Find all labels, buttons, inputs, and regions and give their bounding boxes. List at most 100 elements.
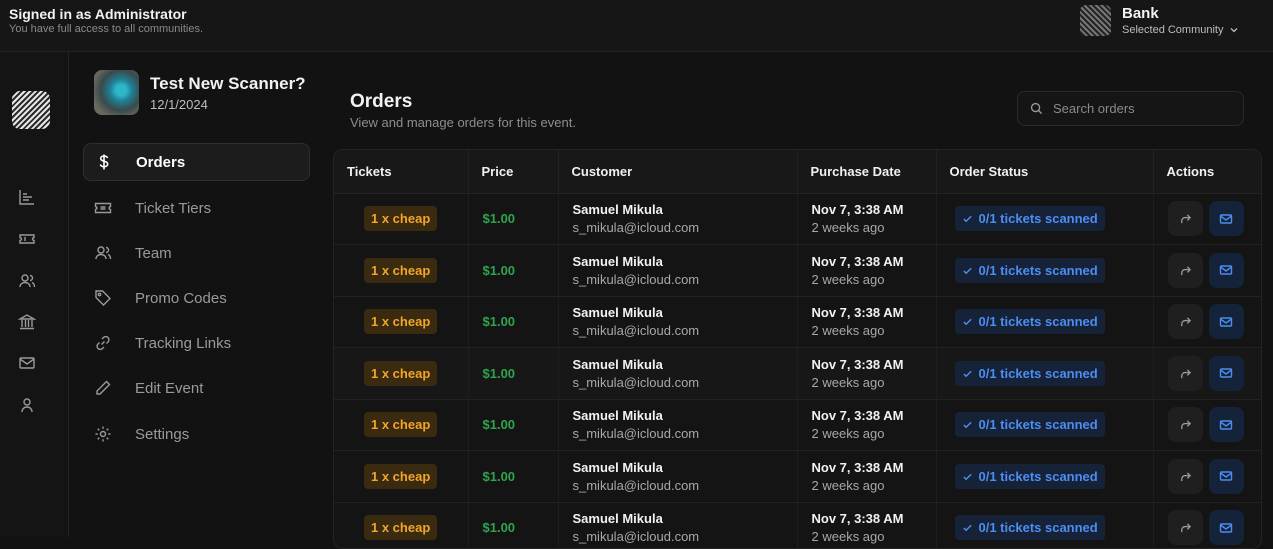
email-order-button[interactable] [1208, 201, 1244, 237]
customer-email: s_mikula@icloud.com [572, 374, 700, 390]
purchase-date: Nov 7, 3:38 AM [811, 202, 904, 218]
nav-item-ticket-tiers[interactable]: Ticket Tiers [83, 189, 310, 227]
ticket-tier-badge: 1 x cheap [364, 412, 438, 438]
email-order-button[interactable] [1208, 407, 1244, 443]
check-icon [962, 318, 972, 326]
mail-icon[interactable] [16, 352, 38, 374]
forward-order-button[interactable] [1167, 407, 1203, 443]
customer-name: Samuel Mikula [572, 459, 663, 475]
nav-label: Edit Event [135, 379, 204, 397]
forward-order-button[interactable] [1167, 510, 1203, 546]
order-price: $1.00 [482, 468, 516, 484]
email-order-button[interactable] [1208, 252, 1244, 288]
column-header-order-status[interactable]: Order Status [935, 150, 1153, 194]
mail-icon [1219, 265, 1233, 275]
gear-icon [93, 424, 113, 444]
top-bar: Signed in as Administrator You have full… [0, 0, 1273, 52]
forward-icon [1180, 472, 1191, 481]
forward-order-button[interactable] [1167, 458, 1203, 494]
customer-email: s_mikula@icloud.com [572, 323, 700, 339]
user-icon[interactable] [16, 394, 38, 416]
nav-label: Promo Codes [135, 289, 227, 307]
nav-item-edit-event[interactable]: Edit Event [83, 369, 310, 407]
order-price: $1.00 [482, 417, 516, 433]
ticket-icon [93, 198, 113, 218]
order-status-badge: 0/1 tickets scanned [954, 309, 1105, 335]
pencil-icon [93, 378, 113, 398]
community-label: Selected Community [1122, 24, 1224, 36]
nav-label: Tracking Links [135, 334, 232, 352]
nav-item-promo-codes[interactable]: Promo Codes [83, 279, 310, 317]
forward-order-button[interactable] [1167, 355, 1203, 391]
order-price: $1.00 [482, 365, 516, 381]
order-price: $1.00 [482, 211, 516, 227]
order-price: $1.00 [482, 314, 516, 330]
mail-icon [1219, 471, 1233, 481]
column-header-customer[interactable]: Customer [557, 150, 797, 194]
access-note: You have full access to all communities. [9, 23, 204, 35]
page-title: Orders [350, 91, 413, 112]
ticket-tier-badge: 1 x cheap [364, 309, 438, 335]
nav-item-team[interactable]: Team [83, 234, 310, 272]
ticket-tier-badge: 1 x cheap [364, 257, 438, 283]
table-row[interactable]: 1 x cheap $1.00 Samuel Mikula s_mikula@i… [334, 450, 1261, 503]
mail-icon [1219, 368, 1233, 378]
users-icon[interactable] [16, 270, 38, 292]
customer-name: Samuel Mikula [572, 253, 663, 269]
nav-label: Team [135, 244, 172, 262]
email-order-button[interactable] [1208, 510, 1244, 546]
search-box[interactable] [1017, 91, 1244, 126]
customer-name: Samuel Mikula [572, 356, 663, 372]
purchase-date: Nov 7, 3:38 AM [811, 356, 904, 372]
nav-item-orders[interactable]: Orders [83, 143, 310, 181]
check-icon [962, 473, 972, 481]
purchase-relative: 2 weeks ago [811, 477, 885, 493]
purchase-date: Nov 7, 3:38 AM [811, 511, 904, 527]
table-row[interactable]: 1 x cheap $1.00 Samuel Mikula s_mikula@i… [334, 399, 1261, 451]
nav-label: Ticket Tiers [135, 199, 212, 217]
table-header-row: Tickets Price Customer Purchase Date Ord… [334, 150, 1261, 194]
forward-order-button[interactable] [1167, 304, 1203, 340]
orders-table: Tickets Price Customer Purchase Date Ord… [333, 149, 1262, 549]
event-thumbnail [94, 70, 139, 115]
email-order-button[interactable] [1208, 458, 1244, 494]
table-row[interactable]: 1 x cheap $1.00 Samuel Mikula s_mikula@i… [334, 193, 1261, 245]
customer-email: s_mikula@icloud.com [572, 477, 700, 493]
order-price: $1.00 [482, 262, 516, 278]
forward-icon [1180, 214, 1191, 224]
purchase-date: Nov 7, 3:38 AM [811, 408, 904, 424]
purchase-relative: 2 weeks ago [811, 374, 885, 390]
table-row[interactable]: 1 x cheap $1.00 Samuel Mikula s_mikula@i… [334, 244, 1261, 297]
ticket-icon[interactable] [16, 228, 38, 250]
nav-item-tracking-links[interactable]: Tracking Links [83, 324, 310, 362]
search-input[interactable] [1053, 101, 1223, 116]
purchase-relative: 2 weeks ago [811, 271, 885, 287]
chevron-down-icon [1230, 28, 1237, 33]
community-logo[interactable] [12, 91, 50, 129]
ticket-tier-badge: 1 x cheap [364, 360, 438, 386]
page-subtitle: View and manage orders for this event. [350, 115, 576, 130]
bank-icon[interactable] [16, 311, 38, 333]
column-header-price[interactable]: Price [467, 150, 558, 194]
table-row[interactable]: 1 x cheap $1.00 Samuel Mikula s_mikula@i… [334, 296, 1261, 348]
forward-order-button[interactable] [1167, 201, 1203, 237]
mail-icon [1219, 317, 1233, 327]
chart-icon[interactable] [16, 186, 38, 208]
table-row[interactable]: 1 x cheap $1.00 Samuel Mikula s_mikula@i… [334, 347, 1261, 400]
order-price: $1.00 [482, 520, 516, 536]
purchase-relative: 2 weeks ago [811, 323, 885, 339]
forward-order-button[interactable] [1167, 252, 1203, 288]
nav-item-settings[interactable]: Settings [83, 415, 310, 453]
email-order-button[interactable] [1208, 355, 1244, 391]
community-selector[interactable]: Bank Selected Community [1080, 5, 1239, 36]
column-header-tickets[interactable]: Tickets [334, 150, 468, 194]
community-name: Bank [1122, 5, 1159, 22]
check-icon [962, 267, 972, 275]
dollar-icon [94, 152, 114, 172]
ticket-tier-badge: 1 x cheap [364, 463, 438, 489]
email-order-button[interactable] [1208, 304, 1244, 340]
check-icon [962, 524, 972, 532]
order-status-badge: 0/1 tickets scanned [954, 412, 1105, 438]
column-header-purchase-date[interactable]: Purchase Date [796, 150, 936, 194]
table-row[interactable]: 1 x cheap $1.00 Samuel Mikula s_mikula@i… [334, 502, 1261, 548]
